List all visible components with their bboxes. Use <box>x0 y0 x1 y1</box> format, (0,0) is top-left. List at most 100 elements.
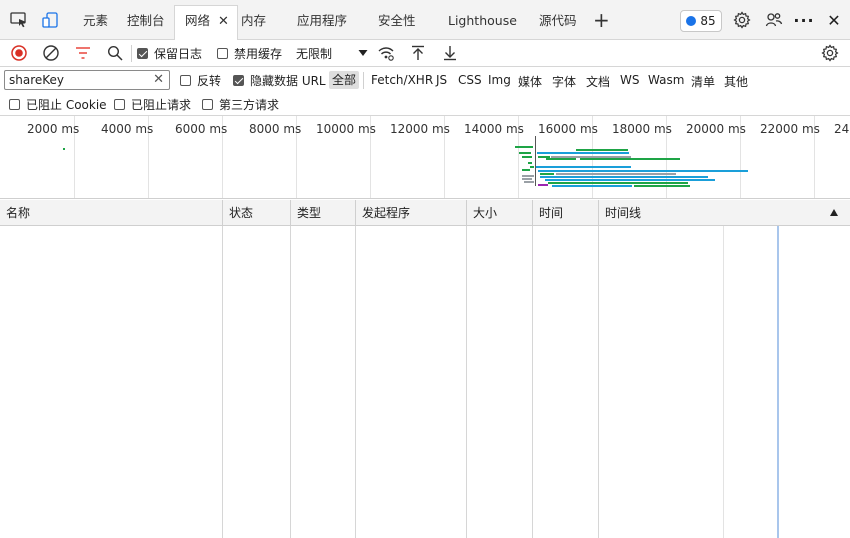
tab-elements[interactable]: 元素 <box>83 6 108 40</box>
filter-type-manifest[interactable]: 清单 <box>691 73 715 90</box>
overview-tick-label: 24 <box>834 122 850 136</box>
clear-filter-icon[interactable]: ✕ <box>153 72 164 87</box>
add-tab-icon[interactable]: + <box>593 6 610 40</box>
filter-type-font[interactable]: 字体 <box>552 73 576 90</box>
hide-data-urls-label: 隐藏数据 URL <box>250 73 326 88</box>
filter-type-doc[interactable]: 文档 <box>586 73 610 90</box>
overview-request-bar <box>530 166 534 168</box>
column-header-name[interactable]: 名称 <box>0 200 30 226</box>
settings-gear-icon[interactable] <box>731 9 753 31</box>
hide-data-urls-check[interactable] <box>233 74 244 86</box>
devtools-tabbar: 元素 控制台 网络 ✕ 内存 应用程序 安全性 Lighthouse 源代码 + … <box>0 0 850 41</box>
disable-cache-check[interactable] <box>217 47 228 59</box>
overview-request-bar <box>552 185 632 187</box>
filter-type-js[interactable]: JS <box>436 73 447 87</box>
connect-icon[interactable] <box>763 9 785 31</box>
overview-request-bar <box>540 176 708 178</box>
overview-request-bar <box>540 173 554 175</box>
preserve-log-check[interactable] <box>137 47 148 59</box>
inspect-icon[interactable] <box>8 9 30 31</box>
column-gridline <box>222 226 223 538</box>
tab-sources[interactable]: 源代码 <box>539 6 577 40</box>
column-header-size[interactable]: 大小 <box>467 200 497 226</box>
third-party-label: 第三方请求 <box>219 97 280 112</box>
column-header-initiator[interactable]: 发起程序 <box>356 200 410 226</box>
network-settings-icon[interactable] <box>820 43 840 63</box>
network-overview[interactable]: 2000 ms 4000 ms 6000 ms 8000 ms 10000 ms… <box>0 116 850 199</box>
overview-tick-label: 16000 ms <box>538 122 598 136</box>
clear-icon[interactable] <box>41 43 61 63</box>
tab-lighthouse[interactable]: Lighthouse <box>448 6 517 40</box>
invert-check[interactable] <box>180 74 191 86</box>
column-gridline <box>466 226 467 538</box>
record-icon[interactable] <box>9 43 29 63</box>
overview-tick-label: 22000 ms <box>760 122 820 136</box>
device-icon[interactable] <box>40 9 62 31</box>
column-header-time[interactable]: 时间 <box>533 200 563 226</box>
column-gridline <box>532 226 533 538</box>
throttling-value: 无限制 <box>296 46 333 61</box>
filter-type-fetch-xhr[interactable]: Fetch/XHR <box>371 73 433 87</box>
tab-application[interactable]: 应用程序 <box>297 6 347 40</box>
overview-tick-label: 20000 ms <box>686 122 746 136</box>
overview-tick-label: 8000 ms <box>249 122 302 136</box>
disable-cache-checkbox[interactable]: 禁用缓存 <box>217 43 282 63</box>
sort-ascending-icon[interactable] <box>830 209 838 216</box>
third-party-check[interactable] <box>202 98 213 110</box>
overview-request-bar <box>522 169 530 171</box>
requests-table-header: 名称 状态 类型 发起程序 大小 时间 时间线 <box>0 200 850 226</box>
third-party-checkbox[interactable]: 第三方请求 <box>202 94 279 114</box>
tab-label: 控制台 <box>127 13 165 28</box>
hide-data-urls-checkbox[interactable]: 隐藏数据 URL <box>233 70 326 90</box>
overview-request-bar <box>545 179 715 181</box>
overview-request-bar <box>524 181 534 183</box>
preserve-log-label: 保留日志 <box>154 46 203 61</box>
close-icon[interactable]: ✕ <box>823 9 845 31</box>
column-header-waterfall[interactable]: 时间线 <box>599 200 641 226</box>
filter-input-value[interactable]: shareKey <box>9 73 64 87</box>
overview-request-bar <box>515 146 533 148</box>
blocked-cookies-check[interactable] <box>9 98 20 110</box>
filter-icon[interactable] <box>73 43 93 63</box>
blocked-requests-check[interactable] <box>114 98 125 110</box>
overview-request-bar <box>522 175 534 177</box>
upload-icon[interactable] <box>408 43 428 63</box>
filter-type-media[interactable]: 媒体 <box>518 73 542 90</box>
column-gridline <box>355 226 356 538</box>
close-tab-icon[interactable]: ✕ <box>218 14 229 29</box>
blocked-requests-label: 已阻止请求 <box>131 97 192 112</box>
preserve-log-checkbox[interactable]: 保留日志 <box>137 43 202 63</box>
filter-input[interactable]: shareKey ✕ <box>4 70 170 90</box>
column-header-status[interactable]: 状态 <box>223 200 253 226</box>
filter-type-other[interactable]: 其他 <box>724 73 748 90</box>
blocked-cookies-checkbox[interactable]: 已阻止 Cookie <box>9 94 107 114</box>
tab-label: 应用程序 <box>297 13 348 28</box>
tab-memory[interactable]: 内存 <box>241 6 266 40</box>
more-icon[interactable]: ··· <box>793 9 815 31</box>
search-icon[interactable] <box>105 43 125 63</box>
column-header-type[interactable]: 类型 <box>291 200 321 226</box>
blocked-requests-checkbox[interactable]: 已阻止请求 <box>114 94 191 114</box>
disable-cache-label: 禁用缓存 <box>234 46 283 61</box>
filter-type-img[interactable]: Img <box>488 73 511 87</box>
filter-type-css[interactable]: CSS <box>458 73 482 87</box>
download-icon[interactable] <box>440 43 460 63</box>
toolbar-divider <box>131 45 132 62</box>
tab-security[interactable]: 安全性 <box>378 6 416 40</box>
overview-request-bar <box>546 158 576 160</box>
overview-request-bar <box>576 149 628 151</box>
requests-table-body[interactable] <box>0 226 850 538</box>
filter-type-all[interactable]: 全部 <box>329 71 360 89</box>
wifi-settings-icon[interactable] <box>376 43 396 63</box>
overview-request-bar <box>537 152 629 154</box>
tab-console[interactable]: 控制台 <box>127 6 165 40</box>
tab-network[interactable]: 网络 ✕ <box>174 5 238 41</box>
overview-tick-label: 4000 ms <box>101 122 154 136</box>
filter-divider <box>363 72 364 89</box>
overview-request-bar <box>538 170 748 172</box>
throttling-select[interactable]: 无限制 <box>290 43 368 63</box>
invert-checkbox[interactable]: 反转 <box>180 70 221 90</box>
filter-type-ws[interactable]: WS <box>620 73 639 87</box>
issues-badge[interactable]: 85 <box>680 10 722 32</box>
filter-type-wasm[interactable]: Wasm <box>648 73 684 87</box>
